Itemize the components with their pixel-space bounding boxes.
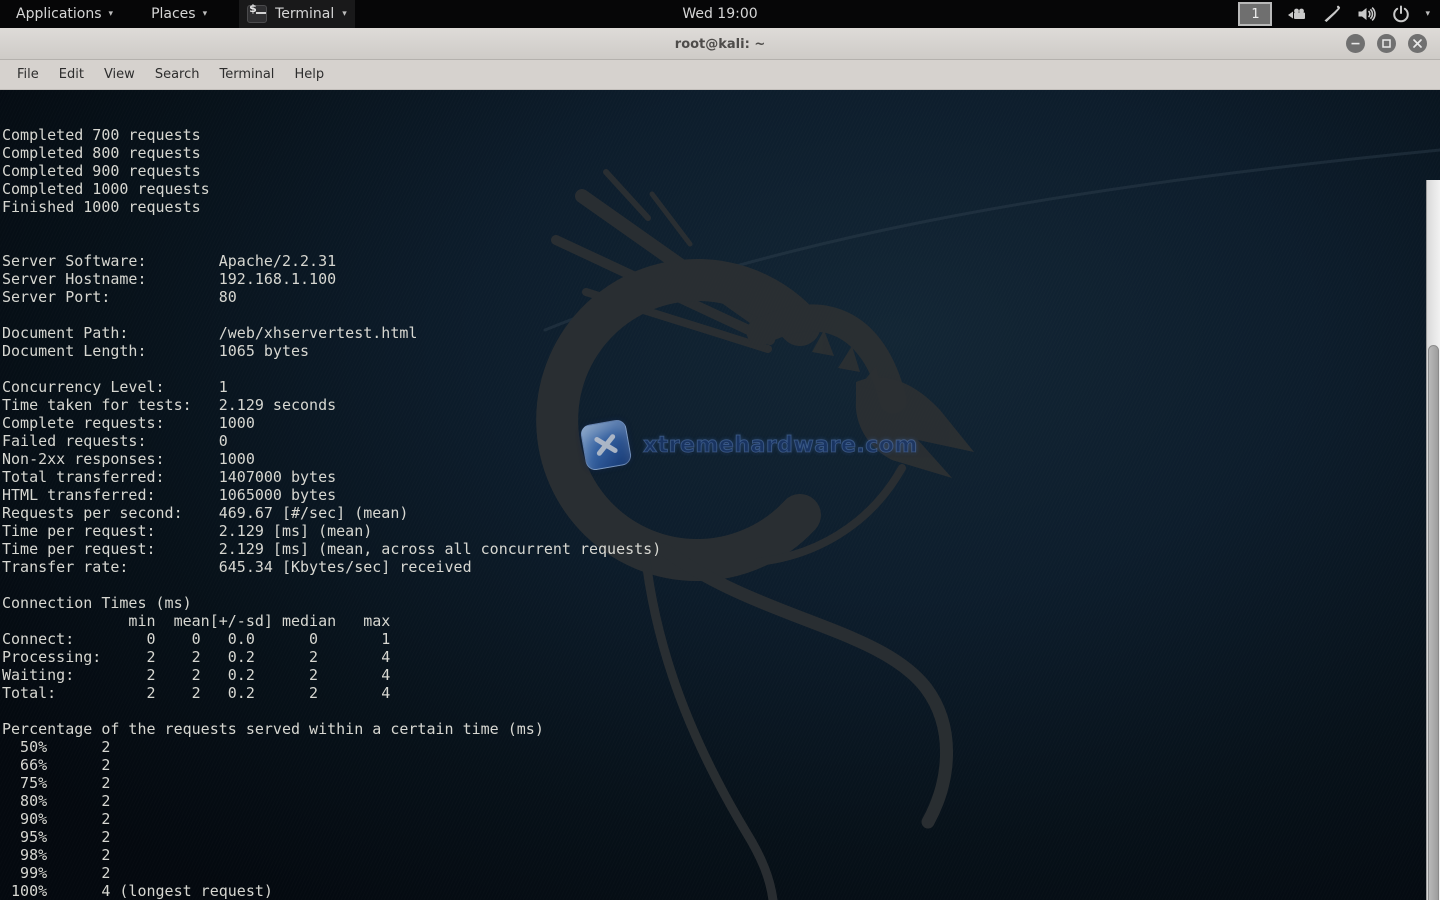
desktop: Applications ▾ Places ▾ $ Terminal ▾ Wed… xyxy=(0,0,1440,900)
close-button[interactable] xyxy=(1408,34,1427,53)
menu-edit[interactable]: Edit xyxy=(49,63,94,86)
camera-icon[interactable] xyxy=(1287,6,1307,22)
applications-menu[interactable]: Applications ▾ xyxy=(10,4,119,24)
chevron-down-icon: ▾ xyxy=(203,10,208,19)
menu-help[interactable]: Help xyxy=(284,63,334,86)
terminal-app-menu[interactable]: $ Terminal ▾ xyxy=(239,0,355,28)
menu-view[interactable]: View xyxy=(94,63,145,86)
chevron-down-icon[interactable]: ▾ xyxy=(1425,10,1430,19)
places-menu[interactable]: Places ▾ xyxy=(145,4,213,24)
terminal-menubar: File Edit View Search Terminal Help xyxy=(0,60,1440,90)
terminal-icon: $ xyxy=(247,5,267,23)
terminal-scrollbar-thumb[interactable] xyxy=(1428,345,1439,900)
places-menu-label: Places xyxy=(151,6,196,22)
menu-file[interactable]: File xyxy=(7,63,49,86)
clock[interactable]: Wed 19:00 xyxy=(682,6,757,22)
minimize-icon xyxy=(1350,38,1361,49)
volume-icon[interactable] xyxy=(1357,5,1377,23)
applications-menu-label: Applications xyxy=(16,6,102,22)
top-bar: Applications ▾ Places ▾ $ Terminal ▾ Wed… xyxy=(0,0,1440,28)
chevron-down-icon: ▾ xyxy=(109,10,114,19)
terminal-scrollbar-track[interactable] xyxy=(1426,180,1440,900)
terminal-app-menu-label: Terminal xyxy=(275,6,334,22)
watermark-text: xtremehardware.com xyxy=(643,433,918,458)
menu-search[interactable]: Search xyxy=(145,63,210,86)
chevron-down-icon: ▾ xyxy=(342,10,347,19)
pen-icon[interactable] xyxy=(1322,5,1342,23)
workspace-indicator[interactable]: 1 xyxy=(1238,2,1272,26)
terminal-output: Completed 700 requests Completed 800 req… xyxy=(2,126,661,900)
close-icon xyxy=(1412,38,1423,49)
menu-terminal[interactable]: Terminal xyxy=(209,63,284,86)
window-title: root@kali: ~ xyxy=(0,28,1440,60)
power-icon[interactable] xyxy=(1392,5,1410,23)
maximize-button[interactable] xyxy=(1377,34,1396,53)
terminal-viewport[interactable]: xtremehardware.com Completed 700 request… xyxy=(0,90,1440,900)
window-titlebar[interactable]: root@kali: ~ xyxy=(0,28,1440,60)
minimize-button[interactable] xyxy=(1346,34,1365,53)
system-tray: 1 xyxy=(1238,0,1430,28)
terminal-output-area: Completed 700 requests Completed 800 req… xyxy=(2,90,661,900)
maximize-icon xyxy=(1381,38,1392,49)
